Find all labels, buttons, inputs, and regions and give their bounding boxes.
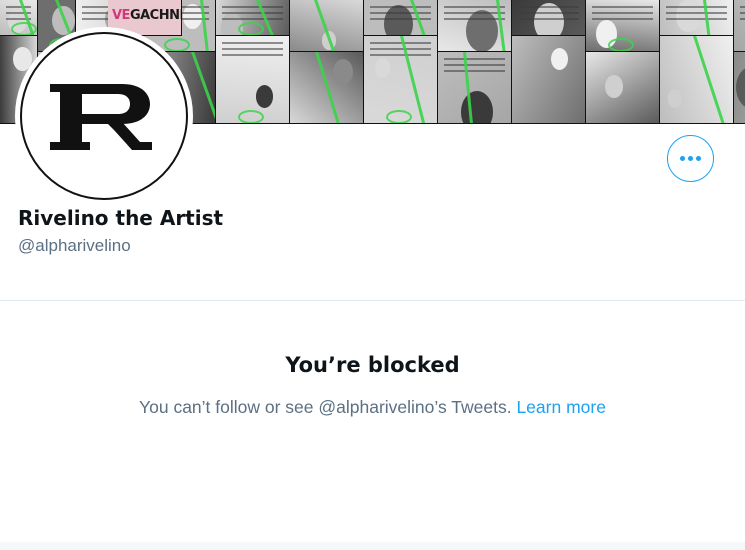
bottom-edge bbox=[0, 542, 745, 550]
banner-text-line bbox=[222, 54, 283, 56]
banner-photo-tile bbox=[216, 0, 290, 36]
r-logo-icon bbox=[50, 84, 152, 150]
banner-text-line bbox=[444, 12, 505, 14]
banner-text-line bbox=[370, 12, 431, 14]
more-horizontal-icon bbox=[680, 156, 685, 161]
avatar-logo bbox=[20, 32, 188, 200]
banner-text-line bbox=[592, 6, 653, 8]
more-options-button[interactable] bbox=[667, 135, 714, 182]
blocked-message: You can’t follow or see @alpharivelino’s… bbox=[139, 397, 512, 417]
profile-avatar[interactable] bbox=[15, 27, 193, 205]
banner-marker-circle bbox=[386, 110, 413, 123]
banner-text-line bbox=[222, 6, 283, 8]
banner-text-line bbox=[222, 12, 283, 14]
banner-text-line bbox=[740, 18, 745, 20]
banner-text-line bbox=[518, 12, 579, 14]
banner-photo-tile bbox=[216, 36, 290, 124]
banner-text-line bbox=[518, 6, 579, 8]
banner-photo-tile bbox=[364, 36, 438, 124]
banner-marker-circle bbox=[238, 22, 265, 35]
banner-text-line bbox=[370, 6, 431, 8]
banner-photo-tile bbox=[512, 0, 586, 36]
banner-figure bbox=[183, 4, 202, 29]
banner-marker-stroke bbox=[191, 52, 215, 123]
banner-photo-tile bbox=[438, 0, 512, 52]
banner-text-line bbox=[740, 12, 745, 14]
banner-caption-ve: VE bbox=[112, 8, 130, 23]
banner-figure bbox=[667, 89, 683, 109]
banner-text-line bbox=[592, 12, 653, 14]
banner-text-line bbox=[370, 42, 431, 44]
banner-caption-word: GACHNINT bbox=[129, 8, 181, 23]
blocked-title: You’re blocked bbox=[285, 353, 460, 377]
user-handle: @alpharivelino bbox=[18, 236, 131, 255]
banner-text-line bbox=[666, 18, 727, 20]
section-divider bbox=[0, 300, 745, 301]
banner-text-line bbox=[444, 64, 505, 66]
profile-page: VEGACHNINT bbox=[0, 0, 745, 550]
learn-more-link[interactable]: Learn more bbox=[516, 397, 606, 417]
banner-text-line bbox=[592, 18, 653, 20]
more-dot bbox=[688, 156, 693, 161]
banner-text-line bbox=[444, 18, 505, 20]
banner-photo-tile bbox=[586, 0, 660, 52]
banner-figure bbox=[465, 9, 498, 51]
banner-photo-tile bbox=[290, 0, 364, 52]
banner-text-line bbox=[518, 18, 579, 20]
banner-figure bbox=[384, 5, 414, 35]
banner-photo-tile bbox=[438, 52, 512, 124]
more-dot bbox=[696, 156, 701, 161]
banner-text-line bbox=[444, 58, 505, 60]
banner-text-line bbox=[666, 12, 727, 14]
banner-figure bbox=[550, 47, 568, 71]
banner-photo-tile bbox=[660, 36, 734, 124]
banner-figure bbox=[460, 91, 493, 123]
banner-marker-circle bbox=[608, 38, 635, 51]
banner-text-line bbox=[6, 6, 31, 8]
banner-caption: VEGACHNINT bbox=[112, 8, 181, 23]
banner-photo-tile bbox=[364, 0, 438, 36]
banner-text-line bbox=[444, 70, 505, 72]
banner-photo-tile bbox=[586, 52, 660, 124]
banner-figure bbox=[332, 59, 353, 85]
banner-marker-stroke bbox=[692, 36, 726, 123]
display-name: Rivelino the Artist bbox=[18, 206, 224, 230]
banner-figure bbox=[605, 74, 623, 98]
banner-photo-tile bbox=[660, 0, 734, 36]
banner-marker-circle bbox=[238, 110, 265, 123]
banner-photo-tile bbox=[512, 36, 586, 124]
blocked-message-line: You can’t follow or see @alpharivelino’s… bbox=[0, 397, 745, 418]
banner-photo-tile bbox=[290, 52, 364, 124]
banner-text-line bbox=[370, 18, 431, 20]
banner-text-line bbox=[370, 48, 431, 50]
banner-figure bbox=[735, 65, 745, 109]
banner-figure bbox=[256, 85, 274, 108]
banner-text-line bbox=[222, 18, 283, 20]
banner-text-line bbox=[740, 6, 745, 8]
banner-photo-tile bbox=[734, 52, 745, 124]
banner-text-line bbox=[222, 48, 283, 50]
banner-text-line bbox=[370, 54, 431, 56]
banner-figure bbox=[374, 58, 391, 79]
banner-photo-tile bbox=[0, 0, 38, 36]
banner-text-line bbox=[222, 42, 283, 44]
banner-text-line bbox=[666, 6, 727, 8]
banner-photo-tile bbox=[734, 0, 745, 52]
